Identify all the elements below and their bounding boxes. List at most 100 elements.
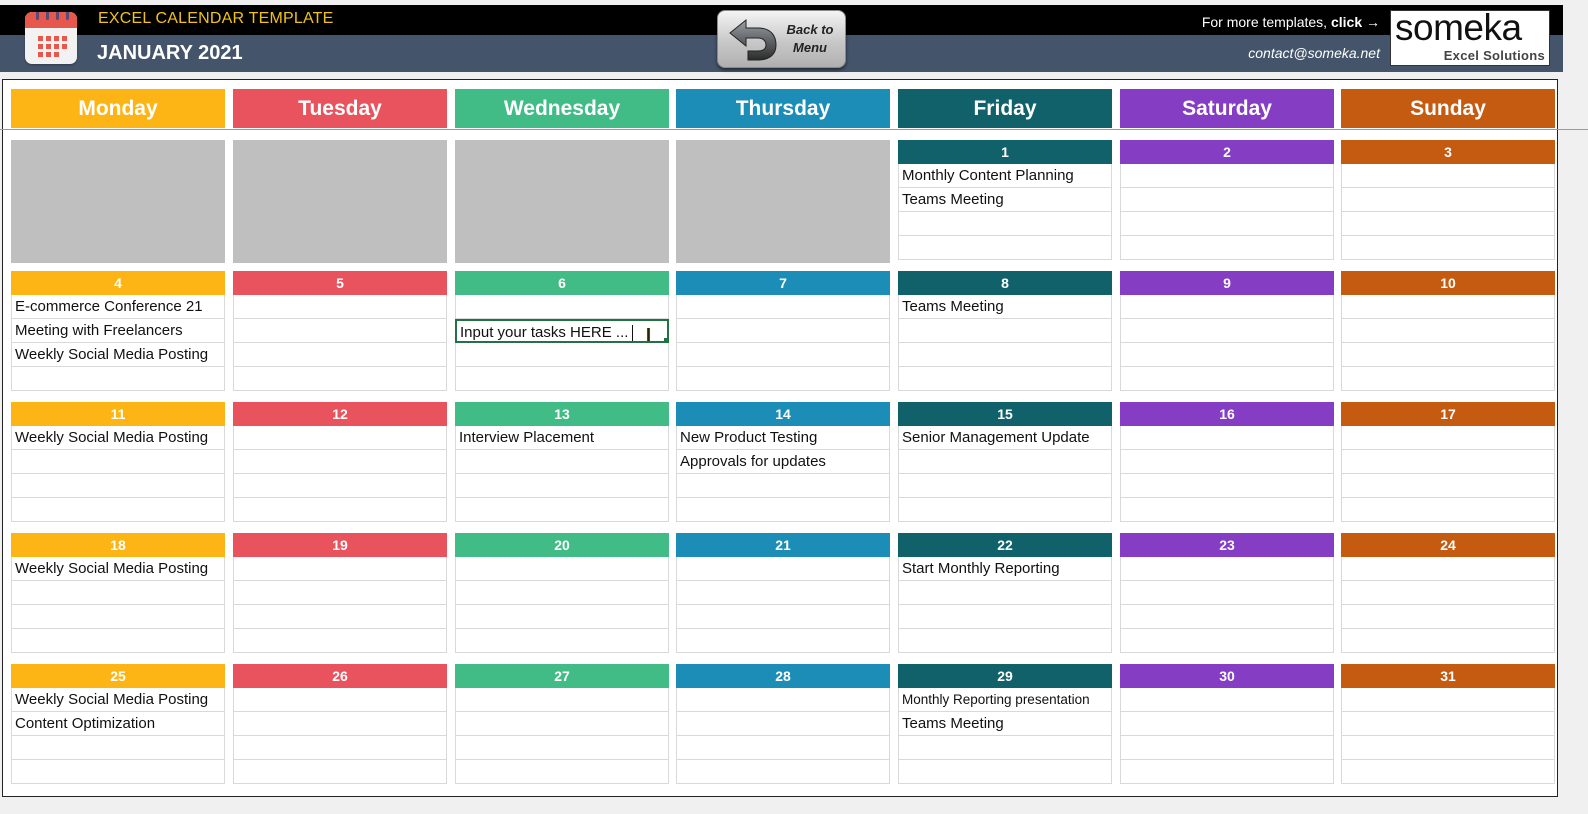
task-input[interactable] bbox=[898, 343, 1112, 367]
task-input[interactable] bbox=[1120, 474, 1334, 498]
task-input[interactable]: Teams Meeting bbox=[898, 295, 1112, 319]
task-input[interactable] bbox=[1120, 760, 1334, 784]
task-input[interactable] bbox=[11, 629, 225, 653]
task-input[interactable] bbox=[11, 498, 225, 522]
task-input[interactable] bbox=[676, 688, 890, 712]
task-input[interactable] bbox=[1341, 712, 1555, 736]
task-input[interactable] bbox=[676, 581, 890, 605]
task-input[interactable] bbox=[233, 736, 447, 760]
task-input[interactable] bbox=[1120, 343, 1334, 367]
task-input[interactable]: Teams Meeting bbox=[898, 188, 1112, 212]
task-input[interactable] bbox=[455, 736, 669, 760]
task-input[interactable] bbox=[233, 319, 447, 343]
task-input[interactable]: Weekly Social Media Posting bbox=[11, 343, 225, 367]
task-input[interactable] bbox=[1120, 319, 1334, 343]
task-input[interactable] bbox=[1120, 236, 1334, 260]
task-input[interactable] bbox=[676, 367, 890, 391]
task-input[interactable]: Weekly Social Media Posting bbox=[11, 426, 225, 450]
task-input[interactable] bbox=[1120, 736, 1334, 760]
task-input[interactable]: Monthly Reporting presentation bbox=[898, 688, 1112, 712]
task-input[interactable] bbox=[1120, 295, 1334, 319]
task-input[interactable] bbox=[898, 629, 1112, 653]
task-input[interactable] bbox=[233, 450, 447, 474]
task-input[interactable] bbox=[233, 343, 447, 367]
task-input[interactable] bbox=[898, 212, 1112, 236]
task-input[interactable] bbox=[11, 760, 225, 784]
task-input[interactable] bbox=[11, 367, 225, 391]
task-input[interactable] bbox=[455, 605, 669, 629]
task-input[interactable] bbox=[1341, 629, 1555, 653]
task-input[interactable]: Weekly Social Media Posting bbox=[11, 557, 225, 581]
task-input[interactable] bbox=[455, 557, 669, 581]
task-input[interactable] bbox=[1341, 426, 1555, 450]
task-input[interactable] bbox=[233, 295, 447, 319]
task-input[interactable] bbox=[233, 426, 447, 450]
task-input[interactable] bbox=[455, 581, 669, 605]
task-input[interactable] bbox=[1341, 164, 1555, 188]
more-templates-link[interactable]: For more templates, click → bbox=[1202, 14, 1380, 30]
task-input[interactable] bbox=[1120, 629, 1334, 653]
task-input[interactable]: Start Monthly Reporting bbox=[898, 557, 1112, 581]
task-input[interactable] bbox=[676, 474, 890, 498]
task-input[interactable] bbox=[233, 605, 447, 629]
task-input[interactable] bbox=[1341, 188, 1555, 212]
task-input[interactable] bbox=[1120, 367, 1334, 391]
task-input[interactable] bbox=[1120, 450, 1334, 474]
task-input[interactable] bbox=[898, 450, 1112, 474]
task-input[interactable] bbox=[1341, 319, 1555, 343]
task-input[interactable] bbox=[1120, 498, 1334, 522]
task-input[interactable] bbox=[11, 474, 225, 498]
task-input[interactable] bbox=[1341, 212, 1555, 236]
task-input[interactable]: Monthly Content Planning bbox=[898, 164, 1112, 188]
task-input[interactable] bbox=[1341, 581, 1555, 605]
task-input[interactable] bbox=[898, 605, 1112, 629]
task-input[interactable] bbox=[455, 450, 669, 474]
contact-email[interactable]: contact@someka.net bbox=[1248, 45, 1380, 61]
task-input[interactable] bbox=[11, 736, 225, 760]
task-input[interactable] bbox=[455, 295, 669, 319]
task-input[interactable] bbox=[1120, 557, 1334, 581]
task-input[interactable] bbox=[233, 367, 447, 391]
task-input[interactable] bbox=[676, 605, 890, 629]
task-input[interactable] bbox=[898, 367, 1112, 391]
task-input[interactable] bbox=[1341, 236, 1555, 260]
task-input[interactable] bbox=[1341, 557, 1555, 581]
task-input[interactable] bbox=[233, 581, 447, 605]
task-input[interactable] bbox=[676, 295, 890, 319]
task-input[interactable] bbox=[1120, 605, 1334, 629]
someka-logo[interactable]: someka Excel Solutions bbox=[1390, 7, 1550, 66]
task-input[interactable]: Senior Management Update bbox=[898, 426, 1112, 450]
task-input[interactable] bbox=[233, 629, 447, 653]
task-input[interactable] bbox=[1341, 367, 1555, 391]
task-input[interactable] bbox=[455, 498, 669, 522]
task-input[interactable] bbox=[898, 736, 1112, 760]
task-input[interactable] bbox=[11, 450, 225, 474]
task-input[interactable] bbox=[1341, 450, 1555, 474]
task-input[interactable] bbox=[1120, 188, 1334, 212]
task-input[interactable]: Weekly Social Media Posting bbox=[11, 688, 225, 712]
task-input[interactable] bbox=[676, 557, 890, 581]
task-input[interactable]: Approvals for updates bbox=[676, 450, 890, 474]
task-input[interactable] bbox=[11, 605, 225, 629]
task-input[interactable] bbox=[898, 581, 1112, 605]
task-input[interactable] bbox=[1120, 712, 1334, 736]
task-input[interactable] bbox=[233, 474, 447, 498]
task-input[interactable] bbox=[1120, 581, 1334, 605]
task-input[interactable]: Interview Placement bbox=[455, 426, 669, 450]
task-input[interactable] bbox=[233, 712, 447, 736]
task-input[interactable] bbox=[676, 343, 890, 367]
task-input[interactable] bbox=[898, 319, 1112, 343]
task-input[interactable] bbox=[455, 367, 669, 391]
task-input[interactable] bbox=[1120, 164, 1334, 188]
task-input[interactable] bbox=[233, 557, 447, 581]
back-to-menu-button[interactable]: Back to Menu bbox=[717, 10, 846, 68]
task-input[interactable]: Teams Meeting bbox=[898, 712, 1112, 736]
task-input[interactable] bbox=[1341, 295, 1555, 319]
task-input[interactable] bbox=[676, 498, 890, 522]
task-input[interactable] bbox=[455, 760, 669, 784]
task-input[interactable] bbox=[233, 498, 447, 522]
task-input[interactable]: E-commerce Conference 21 bbox=[11, 295, 225, 319]
task-input[interactable] bbox=[898, 498, 1112, 522]
task-input[interactable]: Content Optimization bbox=[11, 712, 225, 736]
task-input[interactable]: New Product Testing bbox=[676, 426, 890, 450]
